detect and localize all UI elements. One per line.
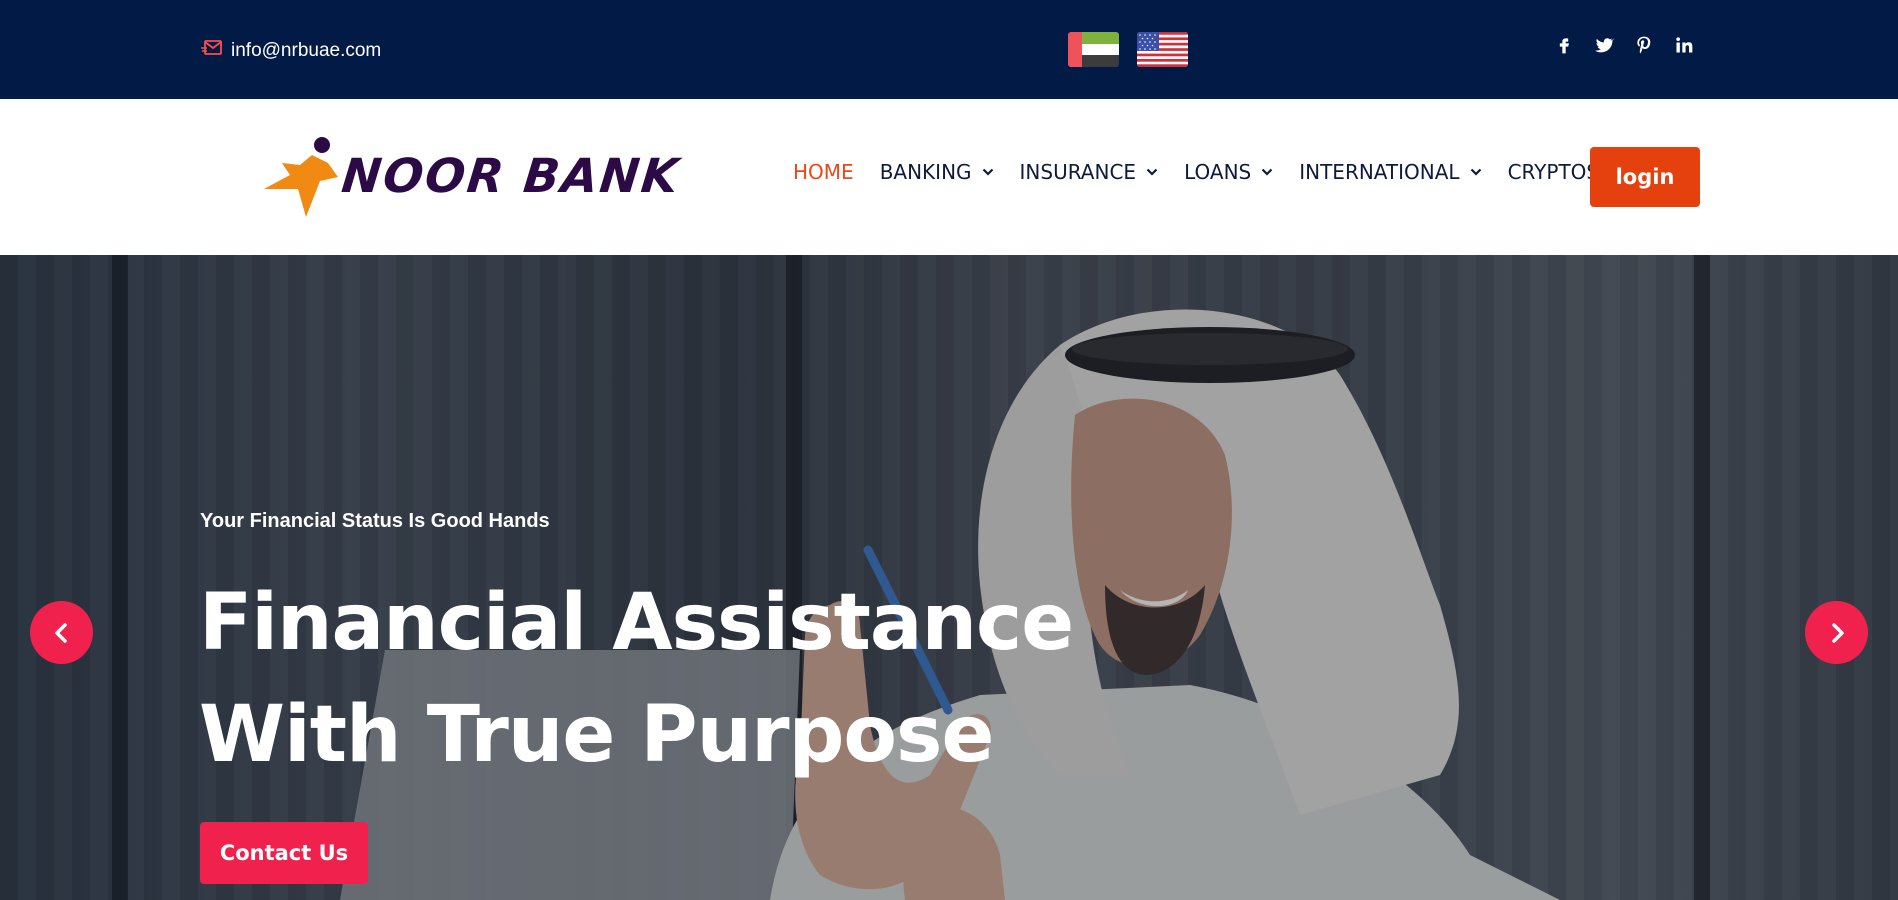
hero-slider: Your Financial Status Is Good Hands Fina… [0, 255, 1898, 900]
nav-label: INTERNATIONAL [1299, 160, 1460, 184]
mail-icon [201, 38, 223, 64]
social-links [1553, 34, 1695, 56]
login-button[interactable]: login [1590, 147, 1700, 207]
us-flag-icon[interactable] [1137, 32, 1188, 67]
nav-item-international[interactable]: INTERNATIONAL [1299, 160, 1481, 184]
email-text: info@nrbuae.com [231, 40, 382, 61]
twitter-icon[interactable] [1593, 34, 1615, 56]
facebook-icon[interactable] [1553, 34, 1575, 56]
hero-title: Financial Assistance With True Purpose [199, 567, 1074, 791]
nav-label: CRYPTOS [1507, 160, 1600, 184]
main-nav: HOME BANKING INSURANCE LOANS INTERNATION… [793, 160, 1599, 184]
star-logo-icon [264, 137, 338, 217]
nav-item-cryptos[interactable]: CRYPTOS [1508, 160, 1600, 184]
nav-item-insurance[interactable]: INSURANCE [1020, 160, 1159, 184]
chevron-down-icon [1146, 168, 1158, 176]
hero-subtitle: Your Financial Status Is Good Hands [200, 510, 550, 532]
uae-flag-icon[interactable] [1068, 32, 1119, 67]
brand-logo[interactable]: NOOR BANK [262, 133, 692, 217]
top-bar: info@nrbuae.com [0, 0, 1898, 99]
nav-label: HOME [793, 160, 854, 184]
nav-label: BANKING [879, 160, 972, 184]
chevron-left-icon [54, 622, 67, 643]
slider-prev-button[interactable] [30, 601, 93, 664]
brand-name: NOOR BANK [339, 149, 683, 204]
contact-email[interactable]: info@nrbuae.com [201, 38, 381, 64]
hero-title-line-2: With True Purpose [199, 690, 994, 780]
nav-item-banking[interactable]: BANKING [880, 160, 994, 184]
slider-next-button[interactable] [1805, 601, 1868, 664]
chevron-down-icon [1470, 168, 1481, 176]
contact-us-button[interactable]: Contact Us [200, 822, 368, 884]
chevron-down-icon [982, 168, 993, 176]
linkedin-icon[interactable] [1673, 34, 1695, 56]
hero-title-line-1: Financial Assistance [199, 578, 1074, 668]
chevron-down-icon [1261, 168, 1273, 176]
nav-item-loans[interactable]: LOANS [1184, 160, 1273, 184]
nav-label: LOANS [1184, 160, 1252, 184]
nav-item-home[interactable]: HOME [793, 160, 854, 184]
nav-label: INSURANCE [1019, 160, 1137, 184]
chevron-right-icon [1831, 622, 1844, 643]
pinterest-icon[interactable] [1633, 34, 1655, 56]
language-flags [1068, 32, 1188, 67]
